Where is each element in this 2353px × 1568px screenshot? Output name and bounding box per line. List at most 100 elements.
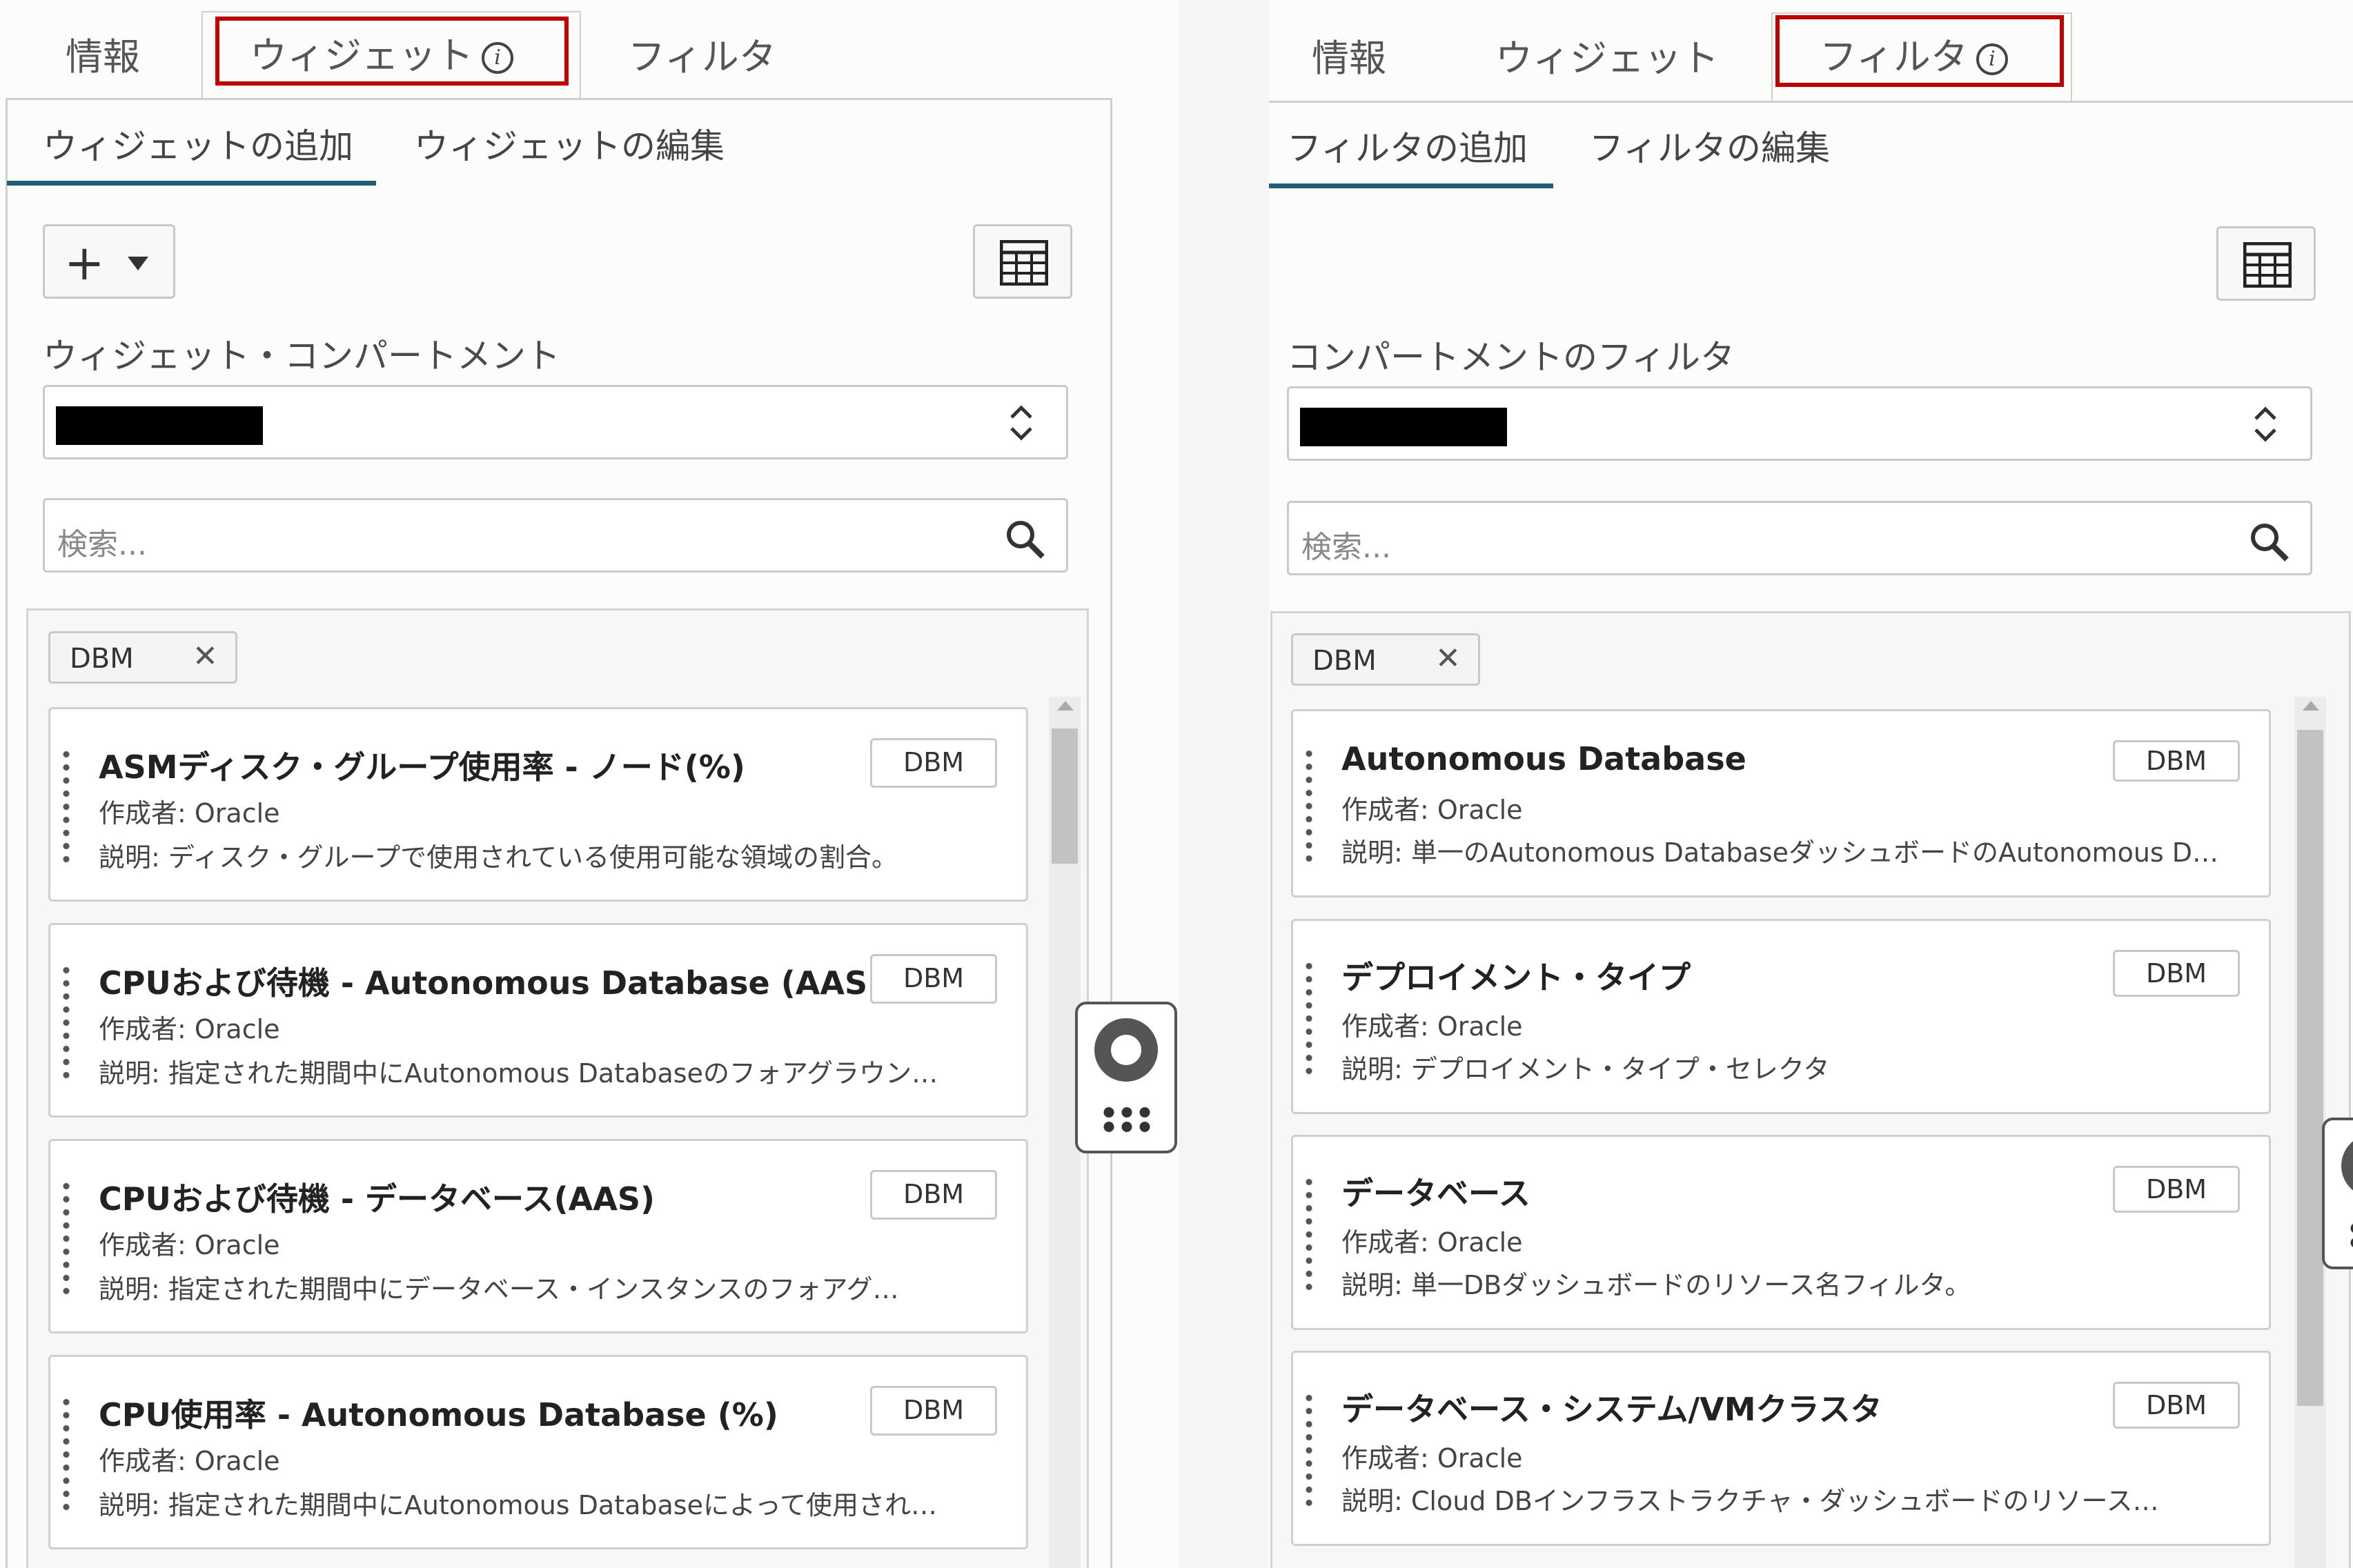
search-input[interactable]: 検索... [57,519,147,564]
subtab-active-underline [1269,183,1553,188]
filter-card[interactable]: デプロイメント・タイプ DBM 作成者: Oracle 説明: デプロイメント・… [1291,919,2271,1114]
card-author: 作成者: Oracle [1341,1443,1523,1473]
card-badge: DBM [870,1170,997,1220]
redacted-value [56,406,263,445]
close-icon[interactable]: ✕ [193,639,218,674]
panel-separator [1179,0,1269,1568]
card-description: 説明: 指定された期間中にAutonomous Databaseのフォアグラウン… [99,1058,938,1089]
card-description: 説明: 単一DBダッシュボードのリソース名フィルタ。 [1341,1270,1971,1300]
info-icon[interactable]: i [1976,43,2008,76]
search-field[interactable]: 検索... [1287,501,2312,575]
drag-handle-icon[interactable] [60,1396,72,1513]
widget-card[interactable]: CPUおよび待機 - データベース(AAS) DBM 作成者: Oracle 説… [48,1139,1028,1333]
drag-handle-icon[interactable] [1303,1391,1315,1509]
apps-dots-icon [2347,1221,2353,1250]
grid-view-icon [2243,242,2292,288]
lifebuoy-icon [2341,1134,2353,1198]
plus-icon: + [64,235,105,291]
card-badge: DBM [870,1386,997,1436]
apps-dots-icon [1100,1105,1154,1134]
card-author: 作成者: Oracle [1341,1011,1523,1042]
updown-chevron-icon [1010,405,1032,441]
filter-card[interactable]: データベース・システム/VMクラスタ DBM 作成者: Oracle 説明: C… [1291,1351,2271,1546]
scroll-up-icon[interactable] [1056,698,1075,712]
card-badge: DBM [870,954,997,1004]
tab-filter-label: フィルタ [1820,35,1968,79]
scrollbar-thumb[interactable] [2297,730,2323,1406]
tab-widget[interactable]: ウィジェット i [250,25,513,79]
help-launcher-button[interactable] [2322,1118,2353,1269]
close-icon[interactable]: ✕ [1435,641,1461,676]
drag-handle-icon[interactable] [1303,960,1315,1077]
subtab-edit-widget[interactable]: ウィジェットの編集 [414,119,725,168]
filter-card[interactable]: データベース DBM 作成者: Oracle 説明: 単一DBダッシュボードのリ… [1291,1135,2271,1330]
card-author: 作成者: Oracle [1341,1227,1523,1258]
subtab-add-filter[interactable]: フィルタの追加 [1287,121,1528,170]
scrollbar-thumb[interactable] [1052,728,1078,864]
card-description: 説明: 単一のAutonomous DatabaseダッシュボードのAutono… [1341,837,2219,868]
lifebuoy-icon [1094,1018,1158,1082]
card-badge: DBM [2113,1166,2240,1213]
search-icon[interactable] [2248,521,2291,564]
card-badge: DBM [870,738,997,788]
card-title: デプロイメント・タイプ [1341,959,1691,996]
widget-card[interactable]: ASMディスク・グループ使用率 - ノード(%) DBM 作成者: Oracle… [48,707,1028,902]
right-panel: 情報 ウィジェット フィルタ i フィルタの追加 フィルタの編集 コンパートメント… [1269,0,2353,1568]
drag-handle-icon[interactable] [60,1180,72,1297]
card-badge: DBM [2113,950,2240,997]
search-icon[interactable] [1004,518,1047,561]
filter-card[interactable]: Autonomous Database DBM 作成者: Oracle 説明: … [1291,709,2271,897]
subtab-add-widget[interactable]: ウィジェットの追加 [43,119,353,168]
drag-handle-icon[interactable] [60,748,72,865]
search-input[interactable]: 検索... [1301,522,1391,566]
card-author: 作成者: Oracle [99,1446,280,1476]
compartment-label: コンパートメントのフィルタ [1287,337,1735,377]
card-description: 説明: 指定された期間中にAutonomous Databaseによって使用され… [99,1490,937,1520]
card-title: Autonomous Database [1341,740,1746,777]
filter-chip: DBM ✕ [1291,633,1480,686]
compartment-select[interactable] [1287,386,2312,461]
card-author: 作成者: Oracle [99,1230,280,1260]
drag-handle-icon[interactable] [60,964,72,1081]
card-description: 説明: ディスク・グループで使用されている使用可能な領域の割合。 [99,842,898,873]
scroll-up-icon[interactable] [2301,698,2321,712]
card-title: CPUおよび待機 - Autonomous Database (AAS) [99,964,883,1002]
tab-filter[interactable]: フィルタ i [1820,26,2008,81]
subtab-edit-filter[interactable]: フィルタの編集 [1589,121,1830,170]
filter-chip: DBM ✕ [48,631,237,684]
tab-widget-label: ウィジェット [250,34,473,77]
card-description: 説明: 指定された期間中にデータベース・インスタンスのフォアグ… [99,1274,899,1304]
grid-view-button[interactable] [973,224,1072,299]
info-icon[interactable]: i [482,42,513,75]
card-author: 作成者: Oracle [99,1014,280,1044]
card-badge: DBM [2113,740,2240,782]
card-badge: DBM [2113,1382,2240,1429]
card-title: ASMディスク・グループ使用率 - ノード(%) [99,748,745,786]
tab-filter[interactable]: フィルタ [628,26,776,81]
tab-info[interactable]: 情報 [66,26,140,81]
filter-chip-label: DBM [70,643,134,675]
drag-handle-icon[interactable] [1303,1175,1315,1293]
redacted-value [1300,408,1507,446]
help-launcher-button[interactable] [1075,1002,1177,1153]
left-panel: 情報 ウィジェット i フィルタ ウィジェットの追加 ウィジェットの編集 + ウィ… [0,0,1179,1568]
drag-handle-icon[interactable] [1303,747,1315,864]
search-field[interactable]: 検索... [43,498,1068,573]
card-title: データベース [1341,1175,1530,1212]
widget-card[interactable]: CPUおよび待機 - Autonomous Database (AAS) DBM… [48,923,1028,1118]
filter-chip-label: DBM [1312,645,1377,677]
card-title: CPUおよび待機 - データベース(AAS) [99,1180,656,1218]
compartment-select[interactable] [43,385,1068,459]
caret-down-icon [128,257,148,270]
widget-card[interactable]: CPU使用率 - Autonomous Database (%) DBM 作成者… [48,1355,1028,1549]
grid-view-icon [1000,240,1048,286]
add-menu-button[interactable]: + [43,224,175,299]
card-title: データベース・システム/VMクラスタ [1341,1391,1882,1428]
card-author: 作成者: Oracle [1341,795,1523,825]
card-description: 説明: デプロイメント・タイプ・セレクタ [1341,1054,1830,1084]
tab-widget[interactable]: ウィジェット [1495,28,1719,82]
subtab-active-underline [7,181,376,186]
grid-view-button[interactable] [2216,226,2316,301]
updown-chevron-icon [2254,406,2276,442]
tab-info[interactable]: 情報 [1312,28,1386,82]
